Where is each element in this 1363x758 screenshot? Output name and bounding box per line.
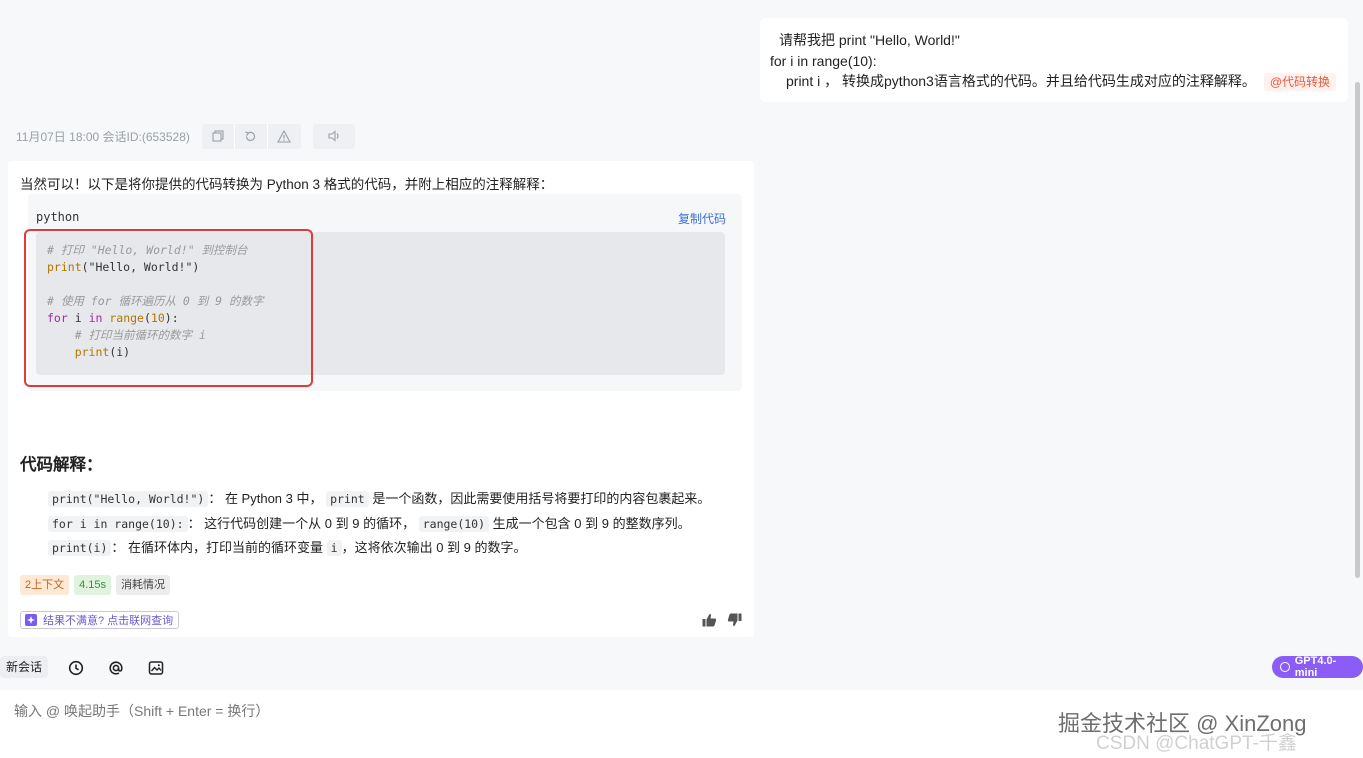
user-message-line-3-text: print i ， 转换成python3语言格式的代码。并且给代码生成对应的注释… bbox=[786, 73, 1256, 89]
answer-badges: 2上下文 4.15s 消耗情况 bbox=[20, 575, 175, 595]
explanation-text: 是一个函数，因此需要使用括号将要打印的内容包裹起来。 bbox=[372, 491, 711, 506]
history-icon[interactable] bbox=[67, 659, 85, 677]
answer-intro: 当然可以！以下是将你提供的代码转换为 Python 3 格式的代码，并附上相应的… bbox=[20, 177, 554, 192]
web-query-button[interactable]: 结果不满意? 点击联网查询 bbox=[20, 611, 180, 629]
explanation-text: 生成一个包含 0 到 9 的整数序列。 bbox=[492, 515, 691, 531]
inline-code: print("Hello, World!") bbox=[48, 491, 209, 507]
copy-icon[interactable] bbox=[202, 123, 235, 149]
explanation-item: print(i)： 在循环体内，打印当前的循环变量 i ，这将依次输出 0 到 9… bbox=[48, 536, 710, 561]
inline-code: print bbox=[326, 491, 369, 507]
user-message-bubble: 请帮我把 print "Hello, World!" for i in rang… bbox=[760, 18, 1348, 102]
explanation-sep: ： 在循环体内，打印当前的循环变量 bbox=[111, 540, 324, 555]
red-highlight-box bbox=[24, 229, 313, 387]
web-query-label: 结果不满意? 点击联网查询 bbox=[43, 615, 174, 627]
speaker-icon[interactable] bbox=[313, 124, 355, 149]
image-icon[interactable] bbox=[147, 659, 165, 677]
inline-code: for i in range(10): bbox=[48, 515, 188, 532]
user-message-line-3: print i ， 转换成python3语言格式的代码。并且给代码生成对应的注释… bbox=[770, 71, 1338, 92]
user-message-line-2: for i in range(10): bbox=[770, 52, 877, 69]
usage-badge[interactable]: 消耗情况 bbox=[116, 575, 171, 595]
model-name: GPT4.0-mini bbox=[1294, 655, 1337, 679]
feedback-group bbox=[692, 613, 742, 627]
chat-input[interactable] bbox=[12, 700, 916, 722]
user-message-line-1: 请帮我把 print "Hello, World!" bbox=[779, 32, 960, 48]
inline-code: print(i) bbox=[48, 540, 112, 556]
message-meta-row: 11月07日 18:00 会话ID:(653528) bbox=[16, 123, 367, 149]
inline-code: i bbox=[326, 540, 342, 556]
assistant-answer-card: 当然可以！以下是将你提供的代码转换为 Python 3 格式的代码，并附上相应的… bbox=[8, 161, 754, 637]
copy-code-button[interactable]: 复制代码 bbox=[678, 210, 726, 227]
time-badge: 4.15s bbox=[74, 575, 112, 595]
explanation-sep: ： 这行代码创建一个从 0 到 9 的循环， bbox=[187, 515, 416, 531]
code-language-label: python bbox=[36, 210, 80, 224]
warning-icon[interactable] bbox=[268, 124, 301, 149]
explanation-item: print("Hello, World!")： 在 Python 3 中， pr… bbox=[48, 487, 710, 512]
sparkle-icon bbox=[25, 614, 37, 626]
thumbs-up-icon[interactable] bbox=[702, 613, 717, 627]
model-logo-icon bbox=[1280, 662, 1290, 672]
inline-code: range(10) bbox=[418, 515, 490, 532]
explanation-item: for i in range(10):： 这行代码创建一个从 0 到 9 的循环… bbox=[48, 512, 710, 537]
code-convert-tag[interactable]: @代码转换 bbox=[1263, 73, 1337, 91]
scrollbar[interactable] bbox=[1355, 82, 1360, 578]
message-meta-text: 11月07日 18:00 会话ID:(653528) bbox=[16, 129, 190, 144]
watermark-csdn: CSDN @ChatGPT-千鑫 bbox=[1096, 733, 1297, 754]
explanation-sep: ： 在 Python 3 中， bbox=[208, 491, 323, 506]
refresh-icon[interactable] bbox=[235, 123, 268, 149]
explanation-text: ，这将依次输出 0 到 9 的数字。 bbox=[341, 540, 527, 555]
thumbs-down-icon[interactable] bbox=[727, 613, 742, 627]
code-explanations-list: print("Hello, World!")： 在 Python 3 中， pr… bbox=[48, 487, 710, 561]
model-selector[interactable]: GPT4.0-mini bbox=[1272, 655, 1363, 679]
section-title-code-explain: 代码解释： bbox=[20, 456, 103, 474]
at-mention-icon[interactable] bbox=[107, 659, 125, 677]
speak-action-group bbox=[312, 123, 355, 149]
new-chat-button[interactable]: 新会话 bbox=[0, 656, 49, 678]
message-action-group bbox=[201, 123, 301, 149]
context-badge[interactable]: 2上下文 bbox=[20, 575, 70, 595]
